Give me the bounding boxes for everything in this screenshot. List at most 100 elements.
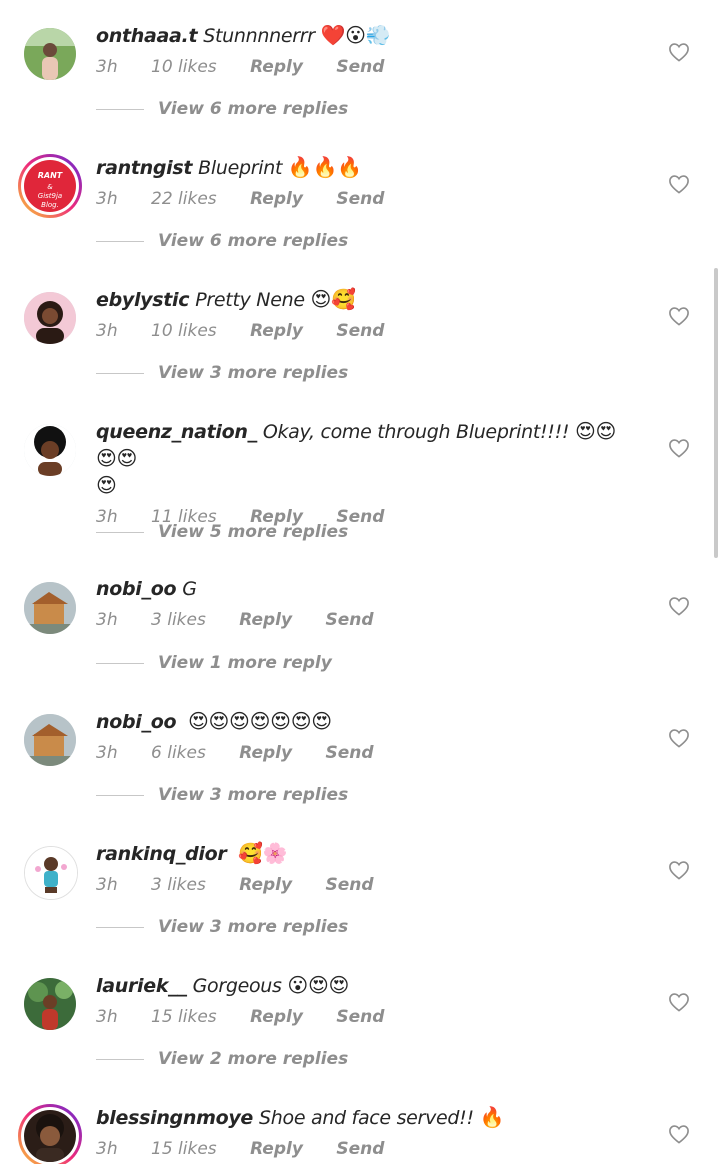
view-more-replies-button[interactable]: View 1 more reply [96,651,332,675]
avatar[interactable] [18,1104,82,1164]
comment-message: Stunnnnerrr [203,25,315,47]
comment-text: nobi_oo G [96,576,636,602]
heart-outline-icon[interactable] [668,860,690,880]
reply-button[interactable]: Reply [250,189,303,209]
send-button[interactable]: Send [326,610,374,630]
view-more-replies-button[interactable]: View 6 more replies [96,229,348,253]
likes-count[interactable]: 10 likes [151,57,217,77]
heart-outline-icon[interactable] [668,596,690,616]
comment-message: Gorgeous [192,975,282,997]
comment-meta: 3h 15 likes Reply Send [96,1139,636,1159]
view-more-replies-button[interactable]: View 6 more replies [96,97,348,121]
likes-count[interactable]: 22 likes [151,189,217,209]
likes-count[interactable]: 15 likes [151,1007,217,1027]
timestamp: 3h [96,875,118,895]
timestamp: 3h [96,610,118,630]
avatar[interactable] [24,846,78,900]
reply-button[interactable]: Reply [250,321,303,341]
divider [96,372,144,374]
likes-count[interactable]: 15 likes [151,1139,217,1159]
view-more-label: View 6 more replies [158,99,349,119]
view-more-label: View 2 more replies [158,1049,349,1069]
comment-text: rantngist Blueprint 🔥🔥🔥 [96,154,636,181]
send-button[interactable]: Send [336,1139,384,1159]
comment-message: Blueprint [198,157,283,179]
comment-meta: 3h 10 likes Reply Send [96,321,636,341]
username[interactable]: nobi_oo [96,711,177,733]
reply-button[interactable]: Reply [250,57,303,77]
send-button[interactable]: Send [336,57,384,77]
username[interactable]: rankinq_dior [96,843,227,865]
avatar[interactable] [24,28,76,80]
view-more-label: View 1 more reply [158,653,332,673]
likes-count[interactable]: 6 likes [151,743,206,763]
view-more-replies-button[interactable]: View 3 more replies [96,783,348,807]
svg-text:&: & [47,183,53,191]
view-more-label: View 3 more replies [158,785,349,805]
username[interactable]: rantngist [96,157,192,179]
avatar[interactable] [24,424,76,476]
heart-outline-icon[interactable] [668,992,690,1012]
heart-outline-icon[interactable] [668,1124,690,1144]
comments-feed: onthaaa.t Stunnnnerrr ❤️😮💨 3h 10 likes Re… [0,0,720,1164]
reply-button[interactable]: Reply [239,875,292,895]
story-portrait-avatar [24,1110,76,1162]
comment-meta: 3h 10 likes Reply Send [96,57,636,77]
reply-button[interactable]: Reply [239,610,292,630]
view-more-replies-button[interactable]: View 5 more replies [96,520,348,544]
comment-text: lauriek__ Gorgeous 😮😍😍 [96,972,636,999]
view-more-replies-button[interactable]: View 2 more replies [96,1047,348,1071]
comment-body: rantngist Blueprint 🔥🔥🔥 3h 22 likes Reply… [96,154,636,209]
comment-meta: 3h 22 likes Reply Send [96,189,636,209]
comment-text: nobi_oo 😍😍😍😍😍😍😍 [96,708,636,735]
reply-button[interactable]: Reply [250,1007,303,1027]
username[interactable]: queenz_nation_ [96,421,257,443]
avatar[interactable]: RANT & Gist9ja Blog. [18,154,82,218]
likes-count[interactable]: 10 likes [151,321,217,341]
comment-item: onthaaa.t Stunnnnerrr ❤️😮💨 3h 10 likes Re… [0,0,720,132]
username[interactable]: blessingnmoye [96,1107,253,1129]
avatar[interactable] [24,978,76,1030]
send-button[interactable]: Send [326,875,374,895]
comment-meta: 3h 3 likes Reply Send [96,875,636,895]
heart-outline-icon[interactable] [668,174,690,194]
view-more-replies-button[interactable]: View 3 more replies [96,915,348,939]
comment-body: queenz_nation_ Okay, come through Bluepri… [96,418,636,527]
send-button[interactable]: Send [336,1007,384,1027]
view-more-label: View 6 more replies [158,231,349,251]
heart-outline-icon[interactable] [668,438,690,458]
comment-body: rankinq_dior 🥰🌸 3h 3 likes Reply Send [96,840,636,895]
avatar[interactable] [24,582,76,634]
comment-emoji: 😍🥰 [310,287,356,311]
timestamp: 3h [96,743,118,763]
comment-text: blessingnmoye Shoe and face served!! 🔥 [96,1104,636,1131]
heart-outline-icon[interactable] [668,728,690,748]
username[interactable]: nobi_oo [96,578,177,600]
avatar[interactable] [24,714,76,766]
comment-body: ebylystic Pretty Nene 😍🥰 3h 10 likes Repl… [96,286,636,341]
comment-message: Shoe and face served!! [259,1107,474,1129]
likes-count[interactable]: 3 likes [151,610,206,630]
username[interactable]: lauriek__ [96,975,187,997]
reply-button[interactable]: Reply [250,1139,303,1159]
heart-outline-icon[interactable] [668,306,690,326]
comment-text: ebylystic Pretty Nene 😍🥰 [96,286,636,313]
likes-count[interactable]: 3 likes [151,875,206,895]
scrollbar[interactable] [714,268,718,558]
send-button[interactable]: Send [336,321,384,341]
username[interactable]: ebylystic [96,289,190,311]
comment-emoji: 😍 [96,473,117,497]
send-button[interactable]: Send [336,189,384,209]
avatar[interactable] [24,292,76,344]
reply-button[interactable]: Reply [239,743,292,763]
comment-emoji: 😮😍😍 [287,973,350,997]
comment-item: lauriek__ Gorgeous 😮😍😍 3h 15 likes Reply … [0,950,720,1082]
avatar-ring-gap [21,1107,79,1164]
send-button[interactable]: Send [326,743,374,763]
view-more-replies-button[interactable]: View 3 more replies [96,361,348,385]
heart-outline-icon[interactable] [668,42,690,62]
divider [96,926,144,928]
timestamp: 3h [96,1139,118,1159]
comment-message: G [182,578,197,600]
username[interactable]: onthaaa.t [96,25,198,47]
